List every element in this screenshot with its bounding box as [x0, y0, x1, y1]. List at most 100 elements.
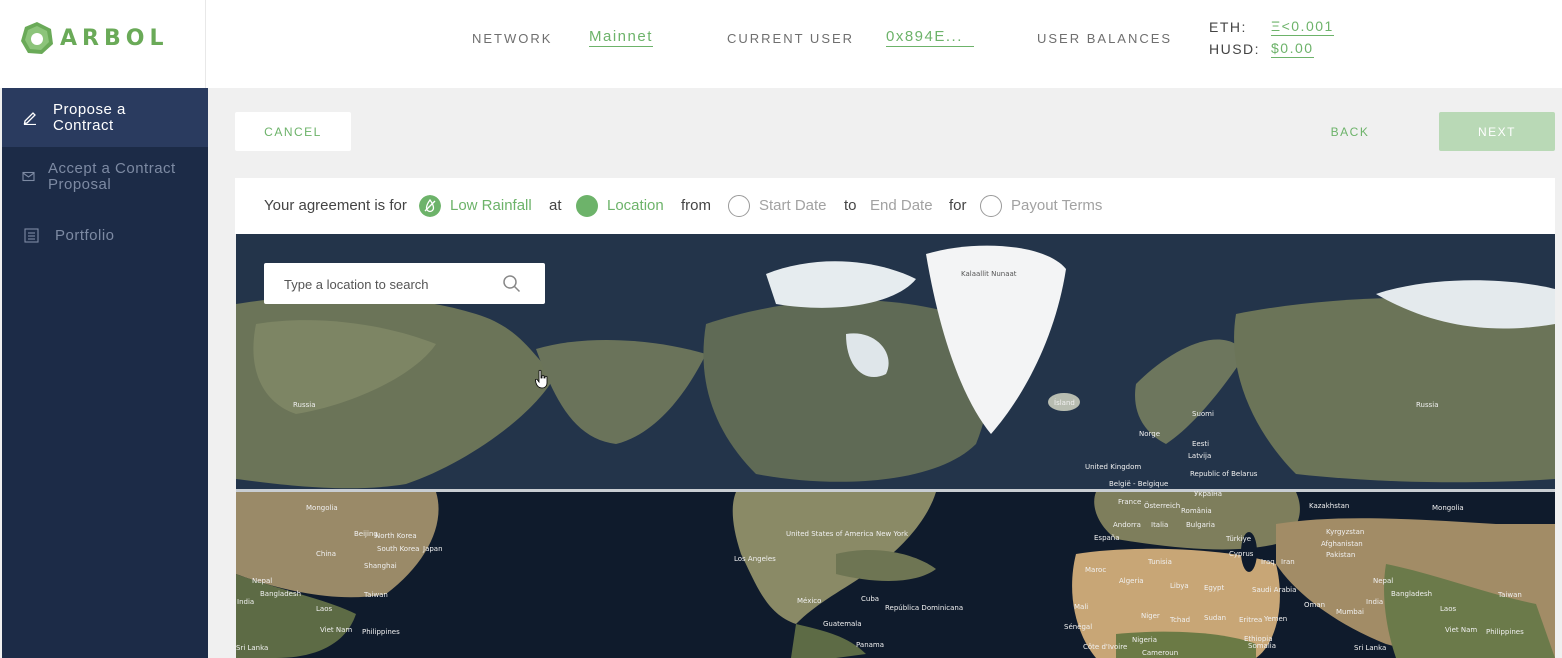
- map-label-chad: Tchad: [1170, 616, 1191, 624]
- map-label-greenland: Kalaallit Nunaat: [961, 270, 1017, 278]
- map-label-taiwan: Taiwan: [364, 591, 388, 599]
- map-label-pakistan: Pakistan: [1326, 551, 1356, 559]
- sidebar-item-label: Propose a Contract: [53, 101, 126, 134]
- eth-label: ETH:: [1209, 19, 1247, 35]
- payout-terms-step[interactable]: Payout Terms: [1011, 197, 1102, 214]
- map-label-iraq: Iraq: [1261, 558, 1275, 566]
- map-label-somalia: Somalia: [1248, 642, 1277, 650]
- map-label-iceland: Ísland: [1054, 399, 1075, 407]
- map-label-russia: Russia: [1416, 401, 1439, 409]
- map-label-usa: United States of America: [786, 530, 874, 538]
- map-label-norge: Norge: [1139, 430, 1161, 438]
- map-label-uk: United Kingdom: [1085, 463, 1142, 471]
- map-label-suomi: Suomi: [1192, 410, 1214, 418]
- map-label-italia: Italia: [1151, 521, 1169, 529]
- map-label-bangladesh: Bangladesh: [1391, 590, 1433, 598]
- to-word: to: [844, 197, 857, 214]
- sidebar-item-label: Accept a Contract Proposal: [48, 160, 176, 193]
- map-label-egypt: Egypt: [1204, 584, 1225, 592]
- sidebar-item-accept-proposal[interactable]: Accept a Contract Proposal: [2, 160, 208, 194]
- location-step[interactable]: Location: [607, 197, 664, 214]
- network-label: NETWORK: [472, 31, 553, 46]
- map-label-india: India: [237, 598, 255, 606]
- logo[interactable]: ARBOL: [0, 0, 206, 88]
- document-list-icon: [24, 228, 39, 243]
- map-label-los-angeles: Los Angeles: [734, 555, 776, 563]
- envelope-icon: [22, 171, 35, 182]
- map-label-senegal: Sénégal: [1064, 623, 1093, 631]
- for-word: for: [949, 197, 967, 214]
- next-button[interactable]: NEXT: [1439, 112, 1555, 151]
- current-user-value[interactable]: 0x894E...: [886, 28, 974, 47]
- eth-balance[interactable]: Ξ<0.001: [1271, 18, 1334, 36]
- map-label-eesti: Eesti: [1192, 440, 1210, 448]
- location-search-box: [264, 263, 545, 304]
- map-label-russia: Russia: [293, 401, 316, 409]
- map-label-guatemala: Guatemala: [823, 620, 862, 628]
- map-label-nepal: Nepal: [252, 577, 273, 585]
- map-label-philippines: Philippines: [362, 628, 400, 636]
- map-label-cuba: Cuba: [861, 595, 880, 603]
- peril-step[interactable]: Low Rainfall: [450, 197, 532, 214]
- map-label-nigeria: Nigeria: [1132, 636, 1158, 644]
- map-label-panama: Panama: [856, 641, 885, 649]
- map-label-mexico: México: [797, 597, 822, 605]
- map-label-sri-lanka: Sri Lanka: [236, 644, 269, 652]
- map-label-mongolia: Mongolia: [1432, 504, 1464, 512]
- location-step-indicator: [576, 195, 598, 217]
- map-label-laos: Laos: [1440, 605, 1457, 613]
- map-label-ukraine: Україна: [1194, 490, 1223, 498]
- map-label-kyrgyzstan: Kyrgyzstan: [1326, 528, 1365, 536]
- cancel-button[interactable]: CANCEL: [235, 112, 351, 151]
- end-date-step[interactable]: End Date: [870, 197, 933, 214]
- pencil-icon: [23, 112, 36, 125]
- payout-step-indicator: [980, 195, 1002, 217]
- map-label-afghanistan: Afghanistan: [1321, 540, 1363, 548]
- sidebar: Propose a Contract Accept a Contract Pro…: [2, 88, 208, 658]
- map-label-vietnam: Viet Nam: [320, 626, 353, 634]
- map-label-espana: España: [1094, 534, 1120, 542]
- dates-step-indicator: [728, 195, 750, 217]
- start-date-step[interactable]: Start Date: [759, 197, 827, 214]
- sidebar-item-propose-contract[interactable]: Propose a Contract: [2, 88, 208, 147]
- from-word: from: [681, 197, 711, 214]
- map-label-taiwan: Taiwan: [1498, 591, 1522, 599]
- map-label-north-korea: North Korea: [375, 532, 417, 540]
- map-label-latvija: Latvija: [1188, 452, 1212, 460]
- map-label-saudi: Saudi Arabia: [1252, 586, 1297, 594]
- location-search-input[interactable]: [284, 274, 504, 294]
- at-word: at: [549, 197, 562, 214]
- current-user-label: CURRENT USER: [727, 31, 855, 46]
- map-label-nepal: Nepal: [1373, 577, 1394, 585]
- brand-name: ARBOL: [60, 26, 169, 51]
- map-label-belgium: België - Belgique: [1109, 480, 1169, 488]
- sidebar-item-label: Portfolio: [55, 227, 115, 244]
- map-label-sri-lanka: Sri Lanka: [1354, 644, 1387, 652]
- map-label-cameroun: Cameroun: [1142, 649, 1179, 657]
- husd-balance[interactable]: $0.00: [1271, 40, 1314, 58]
- map-label-romania: România: [1181, 507, 1212, 515]
- map-label-south-korea: South Korea: [377, 545, 420, 553]
- arbol-logo-icon: [21, 22, 53, 54]
- map-label-andorra: Andorra: [1113, 521, 1141, 529]
- map-label-cyprus: Cyprus: [1229, 550, 1254, 558]
- back-button[interactable]: BACK: [1310, 120, 1390, 144]
- map-label-france: France: [1118, 498, 1142, 506]
- map-label-eritrea: Eritrea: [1239, 616, 1263, 624]
- map-label-japan: Japan: [423, 545, 443, 553]
- search-icon[interactable]: [502, 274, 522, 294]
- map-label-new-york: New York: [876, 530, 909, 538]
- agreement-summary: Your agreement is for Low Rainfall at Lo…: [235, 178, 1555, 234]
- sidebar-item-portfolio[interactable]: Portfolio: [2, 226, 208, 246]
- map-label-mumbai: Mumbai: [1336, 608, 1364, 616]
- map-label-philippines: Philippines: [1486, 628, 1524, 636]
- map-label-sudan: Sudan: [1204, 614, 1227, 622]
- network-value[interactable]: Mainnet: [589, 28, 653, 47]
- map-label-india: India: [1366, 598, 1384, 606]
- map-label-osterreich: Österreich: [1144, 502, 1181, 510]
- map-label-vietnam: Viet Nam: [1445, 626, 1478, 634]
- map-label-bangladesh: Bangladesh: [260, 590, 302, 598]
- husd-label: HUSD:: [1209, 41, 1261, 57]
- map-label-tunisia: Tunisia: [1148, 558, 1172, 566]
- map-label-belarus: Republic of Belarus: [1190, 470, 1258, 478]
